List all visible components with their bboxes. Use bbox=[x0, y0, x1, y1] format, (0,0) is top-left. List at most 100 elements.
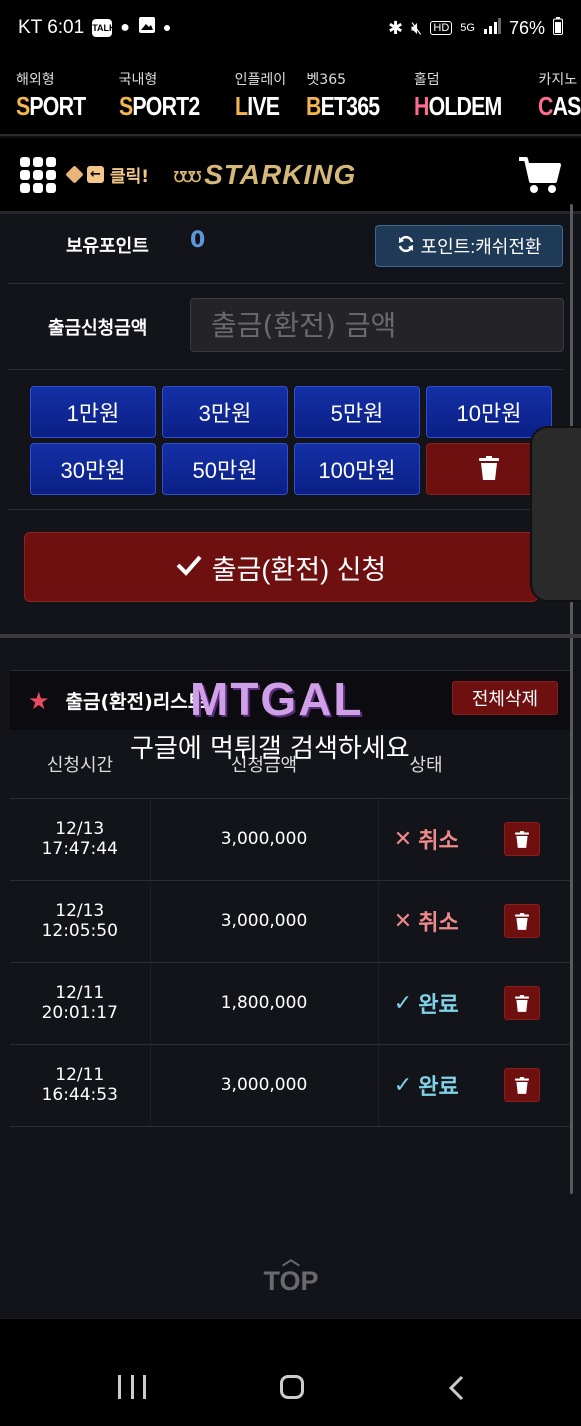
chevron-up-icon: ︿ bbox=[282, 1249, 300, 1269]
category-sport[interactable]: 해외형 SPORT bbox=[16, 56, 101, 134]
refresh-icon bbox=[397, 235, 415, 258]
back-icon[interactable] bbox=[446, 1375, 468, 1401]
category-bet365[interactable]: 벳365 BET365 bbox=[306, 56, 395, 134]
amount-row: 출금신청금액 bbox=[8, 284, 564, 370]
row-time: 17:47:44 bbox=[41, 839, 118, 859]
hd-icon: HD bbox=[430, 21, 453, 35]
withdraw-submit-button[interactable]: 출금(환전) 신청 bbox=[24, 532, 538, 602]
carrier-time: KT 6:01 bbox=[18, 17, 85, 38]
point-convert-button[interactable]: 포인트:캐쉬전환 bbox=[375, 225, 563, 267]
category-main-label: BET365 bbox=[306, 91, 380, 122]
watermark-text: 구글에 먹튀갤 검색하세요 bbox=[130, 734, 410, 764]
home-icon[interactable] bbox=[280, 1375, 304, 1399]
row-time: 12:05:50 bbox=[41, 921, 118, 941]
amount-30man-button[interactable]: 30만원 bbox=[30, 443, 156, 495]
trash-icon bbox=[479, 455, 499, 483]
status-badge: ✓ 완료 bbox=[394, 1069, 459, 1101]
check-icon: ✓ bbox=[393, 990, 413, 1016]
amount-1man-button[interactable]: 1만원 bbox=[30, 386, 156, 438]
star-icon: ★ bbox=[28, 686, 50, 715]
withdraw-amount-input[interactable] bbox=[190, 298, 564, 352]
status-badge: ✕ 취소 bbox=[394, 823, 459, 855]
category-main-first-letter: S bbox=[16, 90, 30, 121]
category-casino[interactable]: 카지노 CASINO bbox=[538, 56, 581, 134]
cell-amount: 3,000,000 bbox=[150, 880, 379, 963]
amount-5man-button[interactable]: 5만원 bbox=[294, 386, 420, 438]
category-holdem[interactable]: 홀덤 HOLDEM bbox=[414, 56, 521, 134]
cell-status: ✕ 취소 bbox=[378, 880, 474, 963]
cell-status: ✓ 완료 bbox=[378, 962, 474, 1045]
side-floating-tab[interactable] bbox=[530, 426, 581, 602]
row-date: 12/13 bbox=[55, 901, 105, 921]
row-date: 12/11 bbox=[55, 983, 105, 1003]
quick-amount-row: 1만원 3만원 5만원 10만원 30만원 50만원 100만원 bbox=[8, 370, 563, 510]
menu-grid-icon[interactable] bbox=[20, 156, 56, 193]
category-sub-label: 인플레이 bbox=[234, 71, 287, 88]
row-delete-button[interactable] bbox=[504, 986, 540, 1020]
category-sub-label: 홀덤 bbox=[413, 71, 440, 88]
category-main-label: LIVE bbox=[234, 90, 280, 122]
watermark-logo: MTGAL bbox=[190, 673, 364, 725]
amount-100man-button[interactable]: 100만원 bbox=[294, 443, 420, 495]
category-live[interactable]: 인플레이 LIVE bbox=[235, 56, 289, 134]
category-main-rest: OLDEM bbox=[428, 90, 502, 121]
x-icon: ✕ bbox=[393, 826, 413, 852]
cell-time: 12/11 16:44:53 bbox=[10, 1044, 151, 1127]
cell-amount: 1,800,000 bbox=[150, 962, 379, 1045]
category-main-label: CASINO bbox=[538, 91, 581, 122]
cart-icon[interactable] bbox=[517, 155, 561, 195]
check-icon bbox=[176, 552, 202, 583]
row-delete-button[interactable] bbox=[504, 822, 540, 856]
trash-icon bbox=[515, 994, 529, 1012]
amount-50man-button[interactable]: 50만원 bbox=[162, 443, 288, 495]
amount-3man-button[interactable]: 3만원 bbox=[162, 386, 288, 438]
system-nav-bar bbox=[0, 1318, 581, 1426]
bunny-icon: ● bbox=[120, 19, 130, 36]
row-delete-button[interactable] bbox=[504, 904, 540, 938]
5g-icon: 5G bbox=[460, 22, 475, 34]
category-main-rest: PORT2 bbox=[131, 90, 200, 121]
delete-all-button[interactable]: 전체삭제 bbox=[452, 681, 558, 715]
table-row: 12/13 17:47:44 3,000,000 ✕ 취소 bbox=[10, 798, 570, 881]
site-logo[interactable]: ʊʊʊ STARKING bbox=[173, 159, 356, 191]
notification-dot-icon bbox=[163, 25, 170, 31]
category-sub-label: 해외형 bbox=[16, 71, 55, 88]
list-title: 출금(환전)리스트 bbox=[65, 691, 206, 713]
category-main-label: SPORT bbox=[16, 90, 86, 122]
points-value: 0 bbox=[190, 228, 206, 253]
table-row: 12/13 12:05:50 3,000,000 ✕ 취소 bbox=[10, 880, 570, 963]
battery-text: 76% bbox=[508, 17, 545, 38]
cell-amount: 3,000,000 bbox=[150, 1044, 379, 1127]
row-time: 16:44:53 bbox=[41, 1085, 118, 1105]
status-label: 완료 bbox=[418, 1075, 459, 1100]
table-row: 12/11 20:01:17 1,800,000 ✓ 완료 bbox=[10, 962, 570, 1045]
category-main-first-letter: L bbox=[234, 90, 248, 121]
category-main-first-letter: S bbox=[118, 90, 133, 121]
battery-icon bbox=[553, 16, 563, 40]
category-nav: 해외형 SPORT 국내형 SPORT2 인플레이 LIVE 벳365 BET365 홀덤 HOL… bbox=[0, 56, 581, 136]
status-badge: ✓ 완료 bbox=[394, 987, 459, 1019]
scroll-top-button[interactable]: ︿ TOP bbox=[258, 1249, 324, 1297]
site-header: ← 클릭! ʊʊʊ STARKING bbox=[0, 138, 581, 214]
category-main-rest: PORT bbox=[29, 90, 86, 121]
amount-10man-button[interactable]: 10만원 bbox=[426, 386, 552, 438]
category-sport2[interactable]: 국내형 SPORT2 bbox=[119, 56, 217, 134]
cell-status: ✕ 취소 bbox=[378, 798, 474, 881]
click-button[interactable]: ← 클릭! bbox=[65, 162, 149, 187]
category-main-label: HOLDEM bbox=[414, 90, 502, 122]
status-label: 완료 bbox=[418, 993, 459, 1018]
cell-delete bbox=[474, 1044, 570, 1127]
column-header-time: 신청시간 bbox=[10, 730, 150, 799]
row-date: 12/13 bbox=[55, 819, 105, 839]
trash-icon bbox=[515, 1076, 529, 1094]
recent-apps-icon[interactable] bbox=[118, 1375, 146, 1399]
bluetooth-icon: ✱ bbox=[387, 17, 404, 38]
points-label: 보유포인트 bbox=[66, 236, 149, 257]
scrollbar[interactable] bbox=[570, 204, 573, 1194]
row-time: 20:01:17 bbox=[41, 1003, 118, 1023]
cell-delete bbox=[474, 798, 570, 881]
mute-icon: 🔇︎ bbox=[411, 17, 423, 38]
trash-icon bbox=[515, 912, 529, 930]
row-delete-button[interactable] bbox=[504, 1068, 540, 1102]
category-sub-label: 벳365 bbox=[306, 71, 347, 88]
